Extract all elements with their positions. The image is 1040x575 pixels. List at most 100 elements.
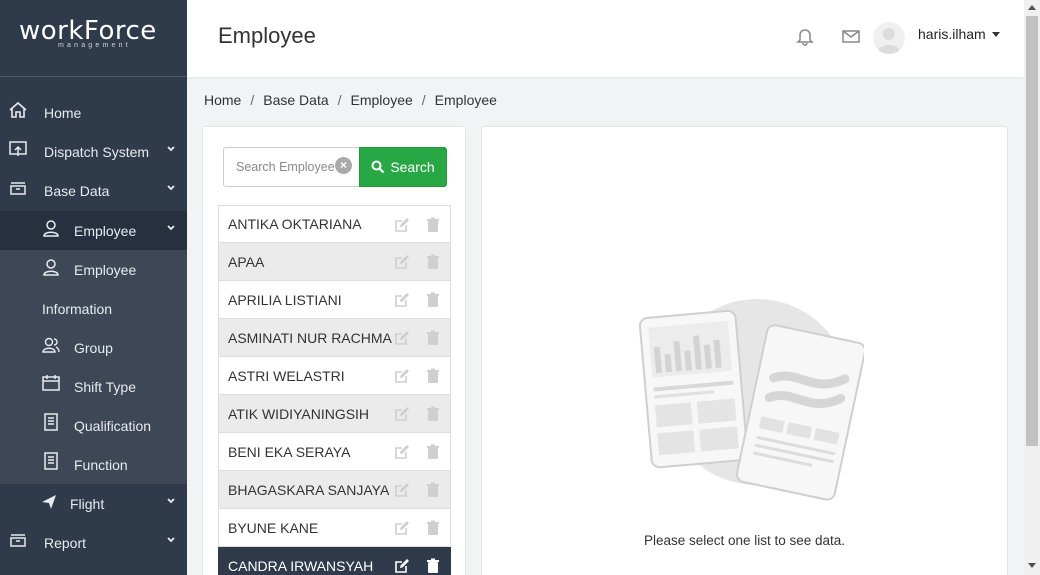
sidebar-item-group[interactable]: Group [0, 328, 187, 367]
calendar-icon [40, 372, 62, 394]
employee-row[interactable]: ASMINATI NUR RACHMA [218, 319, 451, 357]
clear-icon[interactable]: × [335, 157, 352, 174]
edit-icon[interactable] [394, 444, 410, 460]
username[interactable]: haris.ilham [918, 26, 986, 42]
employee-name: BYUNE KANE [228, 519, 319, 536]
employee-row[interactable]: BHAGASKARA SANJAYA [218, 471, 451, 509]
employee-name: BENI EKA SERAYA [228, 443, 351, 460]
edit-icon[interactable] [394, 292, 410, 308]
sidebar-item-function[interactable]: Function [0, 445, 187, 484]
sidebar-item-employee[interactable]: Employee [0, 250, 187, 289]
sidebar-item-label: Employee [74, 261, 137, 278]
chevron-down-icon [167, 498, 175, 504]
sidebar-item-label: Employee [74, 222, 137, 239]
breadcrumb-separator: / [421, 92, 426, 108]
document-icon [40, 411, 62, 433]
search-button[interactable]: Search [359, 147, 447, 187]
sidebar-item-label: Shift Type [74, 378, 137, 395]
chevron-down-icon [167, 225, 175, 231]
employee-name: ASMINATI NUR RACHMA [228, 329, 392, 346]
scroll-thumb[interactable] [1026, 16, 1038, 446]
user-icon [40, 217, 62, 239]
breadcrumb-separator: / [337, 92, 342, 108]
sidebar-item-label: Information [42, 300, 113, 317]
inbox-icon [7, 177, 29, 199]
trash-icon[interactable] [425, 520, 441, 536]
sidebar-item-home[interactable]: Home [0, 93, 187, 132]
edit-icon[interactable] [394, 482, 410, 498]
trash-icon[interactable] [425, 217, 441, 233]
breadcrumb-item-base-data[interactable]: Base Data [263, 92, 328, 108]
employee-name: APRILIA LISTIANI [228, 291, 342, 308]
employee-row[interactable]: BENI EKA SERAYA [218, 433, 451, 471]
breadcrumb: Home / Base Data / Employee / Employee [204, 92, 497, 108]
edit-icon[interactable] [394, 217, 410, 233]
employee-row[interactable]: BYUNE KANE [218, 509, 451, 547]
trash-icon[interactable] [425, 482, 441, 498]
document-icon [40, 450, 62, 472]
sidebar-item-qualification[interactable]: Qualification [0, 406, 187, 445]
trash-icon[interactable] [425, 254, 441, 270]
employee-row[interactable]: APAA [218, 243, 451, 281]
employee-row[interactable]: ASTRI WELASTRI [218, 357, 451, 395]
chevron-down-icon [167, 537, 175, 543]
top-header: Employee haris.ilham [187, 0, 1024, 77]
employee-list: ANTIKA OKTARIANA APAA APRILIA LISTIANI ASMI… [218, 205, 451, 575]
sidebar-item-information[interactable]: Information [0, 289, 187, 328]
employee-row[interactable]: CANDRA IRWANSYAH [218, 547, 451, 575]
employee-name: BHAGASKARA SANJAYA [228, 481, 390, 498]
trash-icon[interactable] [425, 330, 441, 346]
search-input[interactable] [224, 148, 334, 186]
sidebar-item-employee-group[interactable]: Employee [0, 211, 187, 250]
sidebar-item-flight[interactable]: Flight [0, 484, 187, 523]
dispatch-icon [7, 138, 29, 160]
sidebar-item-base-data[interactable]: Base Data [0, 171, 187, 210]
employee-name: ATIK WIDIYANINGSIH [228, 405, 370, 422]
employee-name: APAA [228, 253, 265, 270]
trash-icon[interactable] [425, 292, 441, 308]
edit-icon[interactable] [394, 520, 410, 536]
sidebar-item-shift-type[interactable]: Shift Type [0, 367, 187, 406]
home-icon [7, 99, 29, 121]
sidebar: workForce management Home Dispatch Syste… [0, 0, 187, 575]
employee-name: ANTIKA OKTARIANA [228, 216, 362, 232]
group-icon [40, 334, 62, 356]
trash-icon[interactable] [425, 406, 441, 422]
sidebar-item-label: Qualification [74, 417, 152, 434]
edit-icon[interactable] [394, 558, 410, 574]
search-icon [371, 160, 385, 174]
scroll-down-arrow-icon[interactable] [1028, 563, 1036, 568]
edit-icon[interactable] [394, 254, 410, 270]
employee-row[interactable]: APRILIA LISTIANI [218, 281, 451, 319]
employee-row[interactable]: ATIK WIDIYANINGSIH [218, 395, 451, 433]
caret-down-icon[interactable] [992, 32, 1000, 37]
plane-icon [38, 491, 60, 513]
trash-icon[interactable] [425, 558, 441, 574]
breadcrumb-item-home[interactable]: Home [204, 92, 241, 108]
trash-icon[interactable] [425, 444, 441, 460]
detail-panel: Please select one list to see data. [481, 126, 1008, 575]
scroll-up-arrow-icon[interactable] [1028, 5, 1036, 10]
edit-icon[interactable] [394, 368, 410, 384]
breadcrumb-separator: / [250, 92, 255, 108]
trash-icon[interactable] [425, 368, 441, 384]
employee-name: ASTRI WELASTRI [228, 367, 345, 384]
logo: workForce management [0, 0, 187, 77]
sidebar-item-report[interactable]: Report [0, 523, 187, 562]
breadcrumb-item-employee[interactable]: Employee [351, 92, 413, 108]
edit-icon[interactable] [394, 330, 410, 346]
employee-row[interactable]: ANTIKA OKTARIANA [218, 205, 451, 243]
avatar[interactable] [873, 22, 905, 54]
breadcrumb-item-current: Employee [434, 92, 497, 108]
bell-icon[interactable] [795, 26, 815, 46]
sidebar-item-label: Flight [70, 495, 105, 512]
scrollbar[interactable] [1024, 0, 1040, 575]
sidebar-item-label: Dispatch System [44, 143, 150, 160]
employee-list-panel: × Search ANTIKA OKTARIANA APAA APRILIA LIS… [202, 126, 466, 575]
employee-name: CANDRA IRWANSYAH [228, 557, 374, 574]
edit-icon[interactable] [394, 406, 410, 422]
empty-state-message: Please select one list to see data. [643, 533, 846, 548]
mail-icon[interactable] [841, 26, 861, 46]
sidebar-item-dispatch-system[interactable]: Dispatch System [0, 132, 187, 171]
chevron-down-icon [167, 185, 175, 191]
